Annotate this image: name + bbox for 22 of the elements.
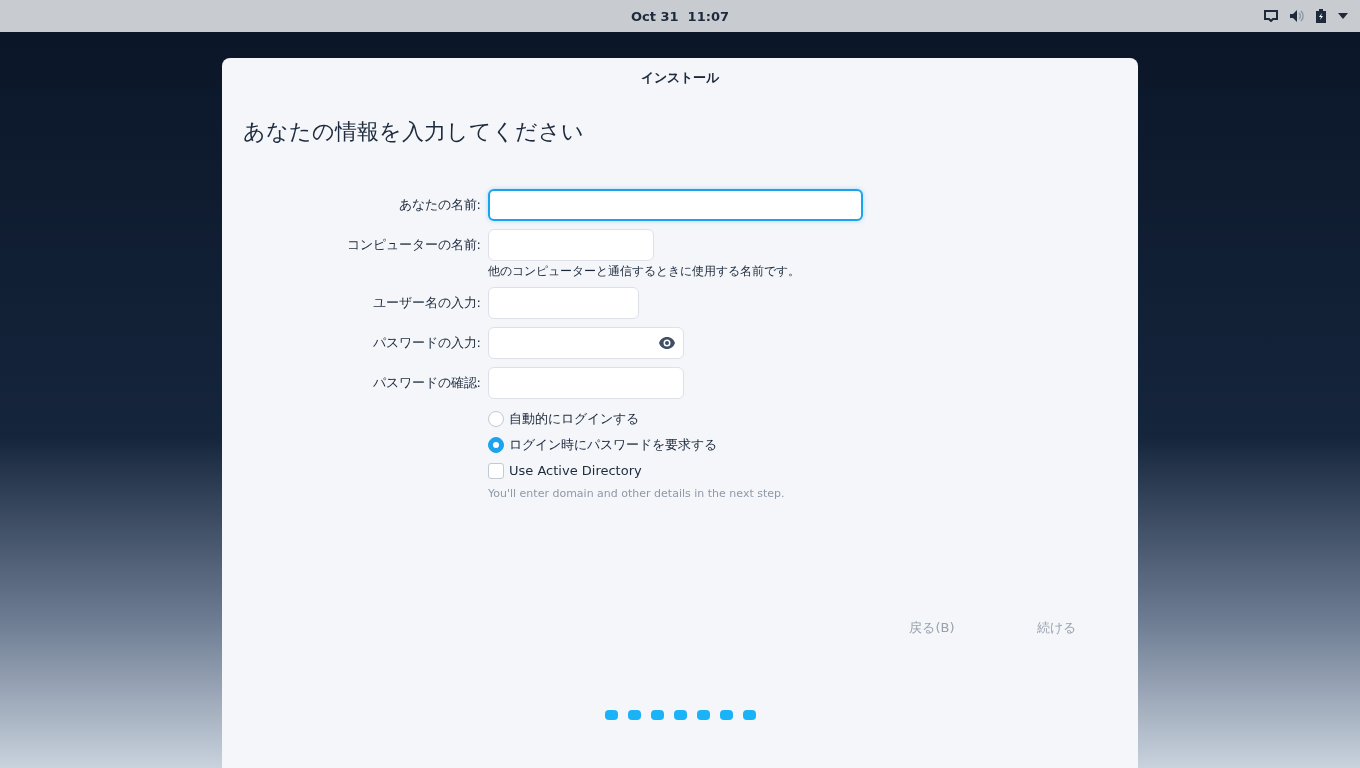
checkbox[interactable] — [488, 462, 504, 479]
hint-text: 他のコンピューターと通信するときに使用する名前です。 — [488, 263, 801, 279]
window-title: インストール — [640, 69, 720, 87]
input-field[interactable] — [488, 189, 863, 221]
screen-icon[interactable] — [1264, 10, 1278, 22]
option-label[interactable]: Use Active Directory — [509, 463, 642, 478]
field-label: ユーザー名の入力: — [371, 294, 481, 312]
radio-button[interactable] — [488, 410, 504, 427]
field-label: パスワードの確認: — [371, 374, 481, 392]
radio-button[interactable] — [488, 436, 504, 453]
eye-icon[interactable] — [659, 337, 675, 349]
page-heading: あなたの情報を入力してください — [243, 118, 585, 146]
clock[interactable]: Oct 31 11:07 — [631, 8, 729, 24]
note-text: You'll enter domain and other details in the next step. — [488, 487, 786, 500]
battery-icon[interactable] — [1316, 9, 1326, 23]
field-label: あなたの名前: — [397, 196, 481, 214]
volume-icon[interactable] — [1290, 10, 1304, 22]
field-label: コンピューターの名前: — [345, 236, 481, 254]
option-label[interactable]: ログイン時にパスワードを要求する — [509, 435, 717, 454]
option-label[interactable]: 自動的にログインする — [509, 409, 639, 428]
field-label: パスワードの入力: — [371, 334, 481, 352]
dropdown-icon[interactable] — [1338, 13, 1348, 19]
